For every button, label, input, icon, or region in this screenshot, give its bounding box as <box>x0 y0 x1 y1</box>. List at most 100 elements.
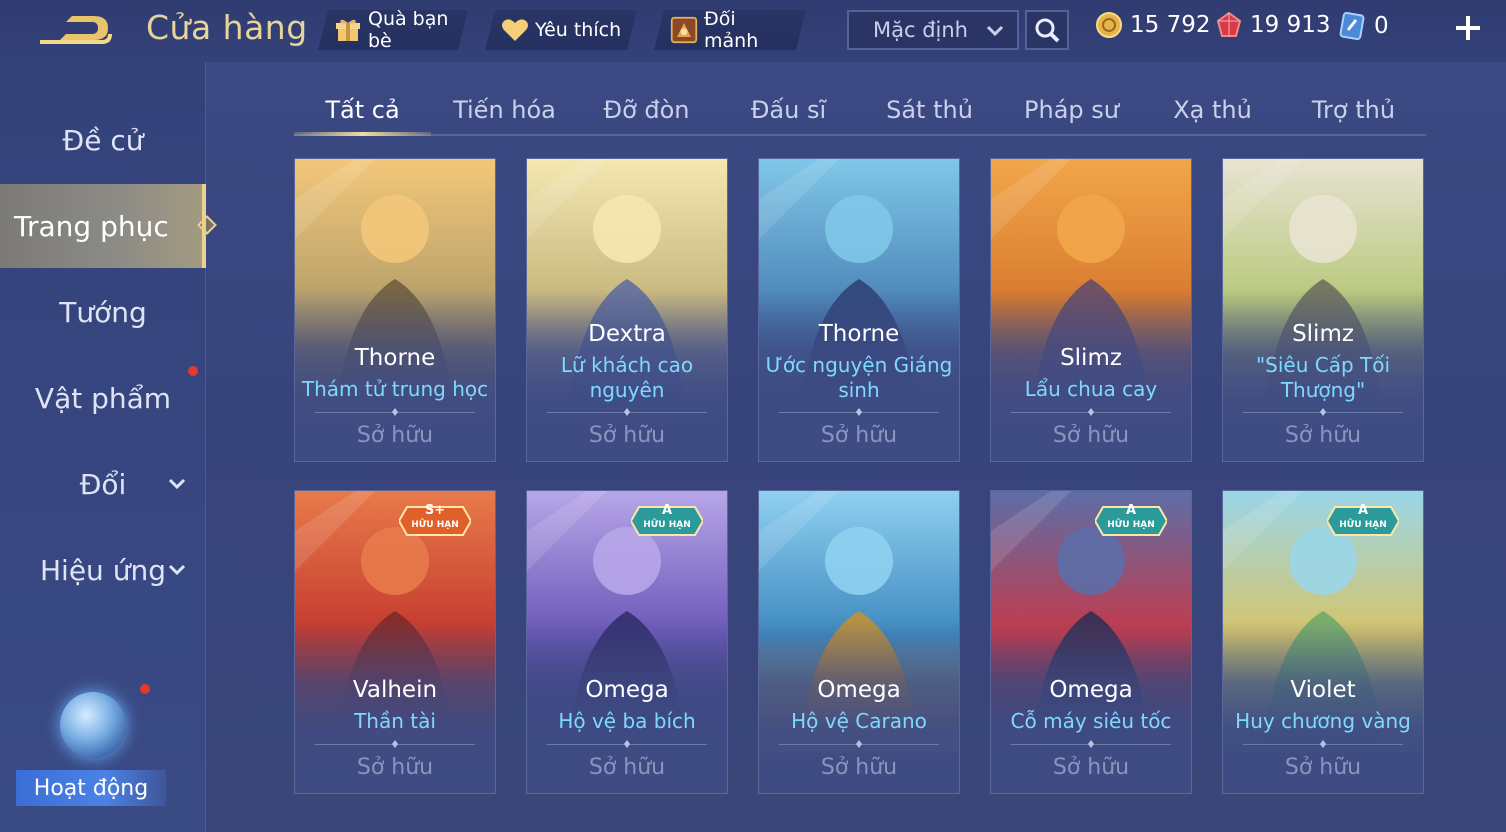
sidebar-item-label: Hiệu ứng <box>40 553 166 587</box>
limited-badge: A HỮU HẠN <box>1327 503 1399 539</box>
chevron-down-icon <box>168 564 186 576</box>
event-orb-icon <box>60 692 126 758</box>
sidebar-item-label: Đổi <box>79 467 127 501</box>
gold-coin-icon <box>1096 12 1122 38</box>
skin-card[interactable]: Slimz "Siêu Cấp Tối Thượng" Sở hữu <box>1222 158 1424 462</box>
active-tab-underline <box>294 132 431 136</box>
skin-card[interactable]: Thorne Thám tử trung học Sở hữu <box>294 158 496 462</box>
sidebar-item-exchange[interactable]: Đổi <box>0 442 206 526</box>
card-divider <box>779 744 939 745</box>
tab-evolution[interactable]: Tiến hóa <box>436 90 573 130</box>
friend-gift-button[interactable]: Quà bạn bè <box>318 10 468 50</box>
gift-icon <box>334 16 362 44</box>
exchange-fragments-button[interactable]: Đổi mảnh <box>654 10 806 50</box>
card-divider <box>1011 412 1171 413</box>
chevron-down-icon <box>168 478 186 490</box>
event-label: Hoạt động <box>16 770 166 806</box>
skin-name: Lẩu chua cay <box>1024 377 1158 401</box>
skin-card[interactable]: A HỮU HẠN Omega Cỗ máy siêu tốc Sở hữu <box>990 490 1192 794</box>
badge-grade: S+ <box>424 503 446 518</box>
owned-status: Sở hữu <box>356 423 434 448</box>
fragment-box-icon <box>670 16 698 44</box>
owned-status: Sở hữu <box>1052 423 1130 448</box>
owned-status: Sở hữu <box>1052 755 1130 780</box>
sidebar-item-items[interactable]: Vật phẩm <box>0 356 206 440</box>
badge-grade: A <box>1357 503 1369 518</box>
skin-name: Lữ khách cao nguyên <box>560 353 694 402</box>
sidebar-item-skins[interactable]: Trang phục <box>0 184 217 268</box>
badge-label: HỮU HẠN <box>1339 520 1387 530</box>
back-button[interactable] <box>36 10 112 48</box>
tab-marksman[interactable]: Xạ thủ <box>1144 90 1281 130</box>
owned-status: Sở hữu <box>1284 423 1362 448</box>
friend-gift-label: Quà bạn bè <box>368 8 449 52</box>
skin-card[interactable]: Thorne Ước nguyện Giáng sinh Sở hữu <box>758 158 960 462</box>
sidebar-item-featured[interactable]: Đề cử <box>0 98 206 182</box>
top-bar: Cửa hàng Quà bạn bè Yêu thích Đổi mảnh M… <box>0 0 1506 62</box>
sort-value: Mặc định <box>873 18 968 42</box>
skin-name: Thần tài <box>354 709 436 733</box>
skin-card[interactable]: Dextra Lữ khách cao nguyên Sở hữu <box>526 158 728 462</box>
chevron-down-icon <box>986 25 1004 37</box>
skin-name: Cỗ máy siêu tốc <box>1010 709 1172 733</box>
skin-card[interactable]: A HỮU HẠN Violet Huy chương vàng Sở hữu <box>1222 490 1424 794</box>
skin-name: "Siêu Cấp Tối Thượng" <box>1255 353 1391 402</box>
tab-assassin[interactable]: Sát thủ <box>861 90 998 130</box>
role-tabs: Tất cả Tiến hóa Đỡ đòn Đấu sĩ Sát thủ Ph… <box>294 80 1426 136</box>
tab-all[interactable]: Tất cả <box>294 90 431 130</box>
hero-name: Thorne <box>818 321 900 347</box>
skin-name: Hộ vệ Carano <box>791 709 927 733</box>
owned-status: Sở hữu <box>588 423 666 448</box>
skin-grid: Thorne Thám tử trung học Sở hữu Dextra L… <box>294 158 1426 832</box>
badge-label: HỮU HẠN <box>1107 520 1155 530</box>
heart-icon <box>501 16 529 44</box>
hero-name: Dextra <box>588 321 666 347</box>
tab-fighter[interactable]: Đấu sĩ <box>720 90 857 130</box>
hero-name: Valhein <box>352 677 438 703</box>
search-button[interactable] <box>1025 10 1069 50</box>
card-divider <box>547 412 707 413</box>
badge-grade: A <box>661 503 673 518</box>
favorites-button[interactable]: Yêu thích <box>485 10 637 50</box>
event-button[interactable]: Hoạt động <box>16 684 166 808</box>
card-divider <box>547 744 707 745</box>
tab-tank[interactable]: Đỡ đòn <box>578 90 715 130</box>
hero-name: Slimz <box>1060 345 1122 371</box>
sidebar-item-heroes[interactable]: Tướng <box>0 270 206 354</box>
gold-balance: 15 792 <box>1096 12 1210 38</box>
hero-name: Slimz <box>1292 321 1354 347</box>
tab-support[interactable]: Trợ thủ <box>1285 90 1422 130</box>
skin-name: Thám tử trung học <box>301 377 489 401</box>
sidebar-item-label: Đề cử <box>62 123 144 157</box>
skin-name: Hộ vệ ba bích <box>558 709 696 733</box>
exchange-label: Đổi mảnh <box>704 8 759 52</box>
sidebar-item-label: Trang phục <box>14 209 169 243</box>
card-divider <box>315 744 475 745</box>
search-icon <box>1035 18 1060 43</box>
owned-status: Sở hữu <box>356 755 434 780</box>
ruby-gem-icon <box>1216 12 1242 37</box>
sidebar-item-label: Vật phẩm <box>34 381 172 415</box>
notification-dot <box>140 684 150 694</box>
add-currency-button[interactable] <box>1452 12 1484 44</box>
owned-status: Sở hữu <box>588 755 666 780</box>
plus-icon <box>1456 16 1480 40</box>
limited-badge: S+ HỮU HẠN <box>399 503 471 539</box>
sort-dropdown[interactable]: Mặc định <box>847 10 1019 50</box>
tab-mage[interactable]: Pháp sư <box>1003 90 1140 130</box>
active-marker-icon <box>197 215 217 235</box>
owned-status: Sở hữu <box>820 755 898 780</box>
notification-dot <box>188 366 198 376</box>
voucher-balance: 0 <box>1338 12 1389 40</box>
hero-name: Thorne <box>354 345 436 371</box>
ruby-amount: 19 913 <box>1250 12 1331 38</box>
skin-card[interactable]: A HỮU HẠN Omega Hộ vệ ba bích Sở hữu <box>526 490 728 794</box>
card-divider <box>1243 412 1403 413</box>
owned-status: Sở hữu <box>1284 755 1362 780</box>
skin-card[interactable]: Slimz Lẩu chua cay Sở hữu <box>990 158 1192 462</box>
skin-card[interactable]: S+ HỮU HẠN Valhein Thần tài Sở hữu <box>294 490 496 794</box>
page-title: Cửa hàng <box>146 8 308 47</box>
skin-card[interactable]: Omega Hộ vệ Carano Sở hữu <box>758 490 960 794</box>
sidebar-item-effects[interactable]: Hiệu ứng <box>0 528 206 612</box>
hero-name: Violet <box>1290 677 1356 703</box>
